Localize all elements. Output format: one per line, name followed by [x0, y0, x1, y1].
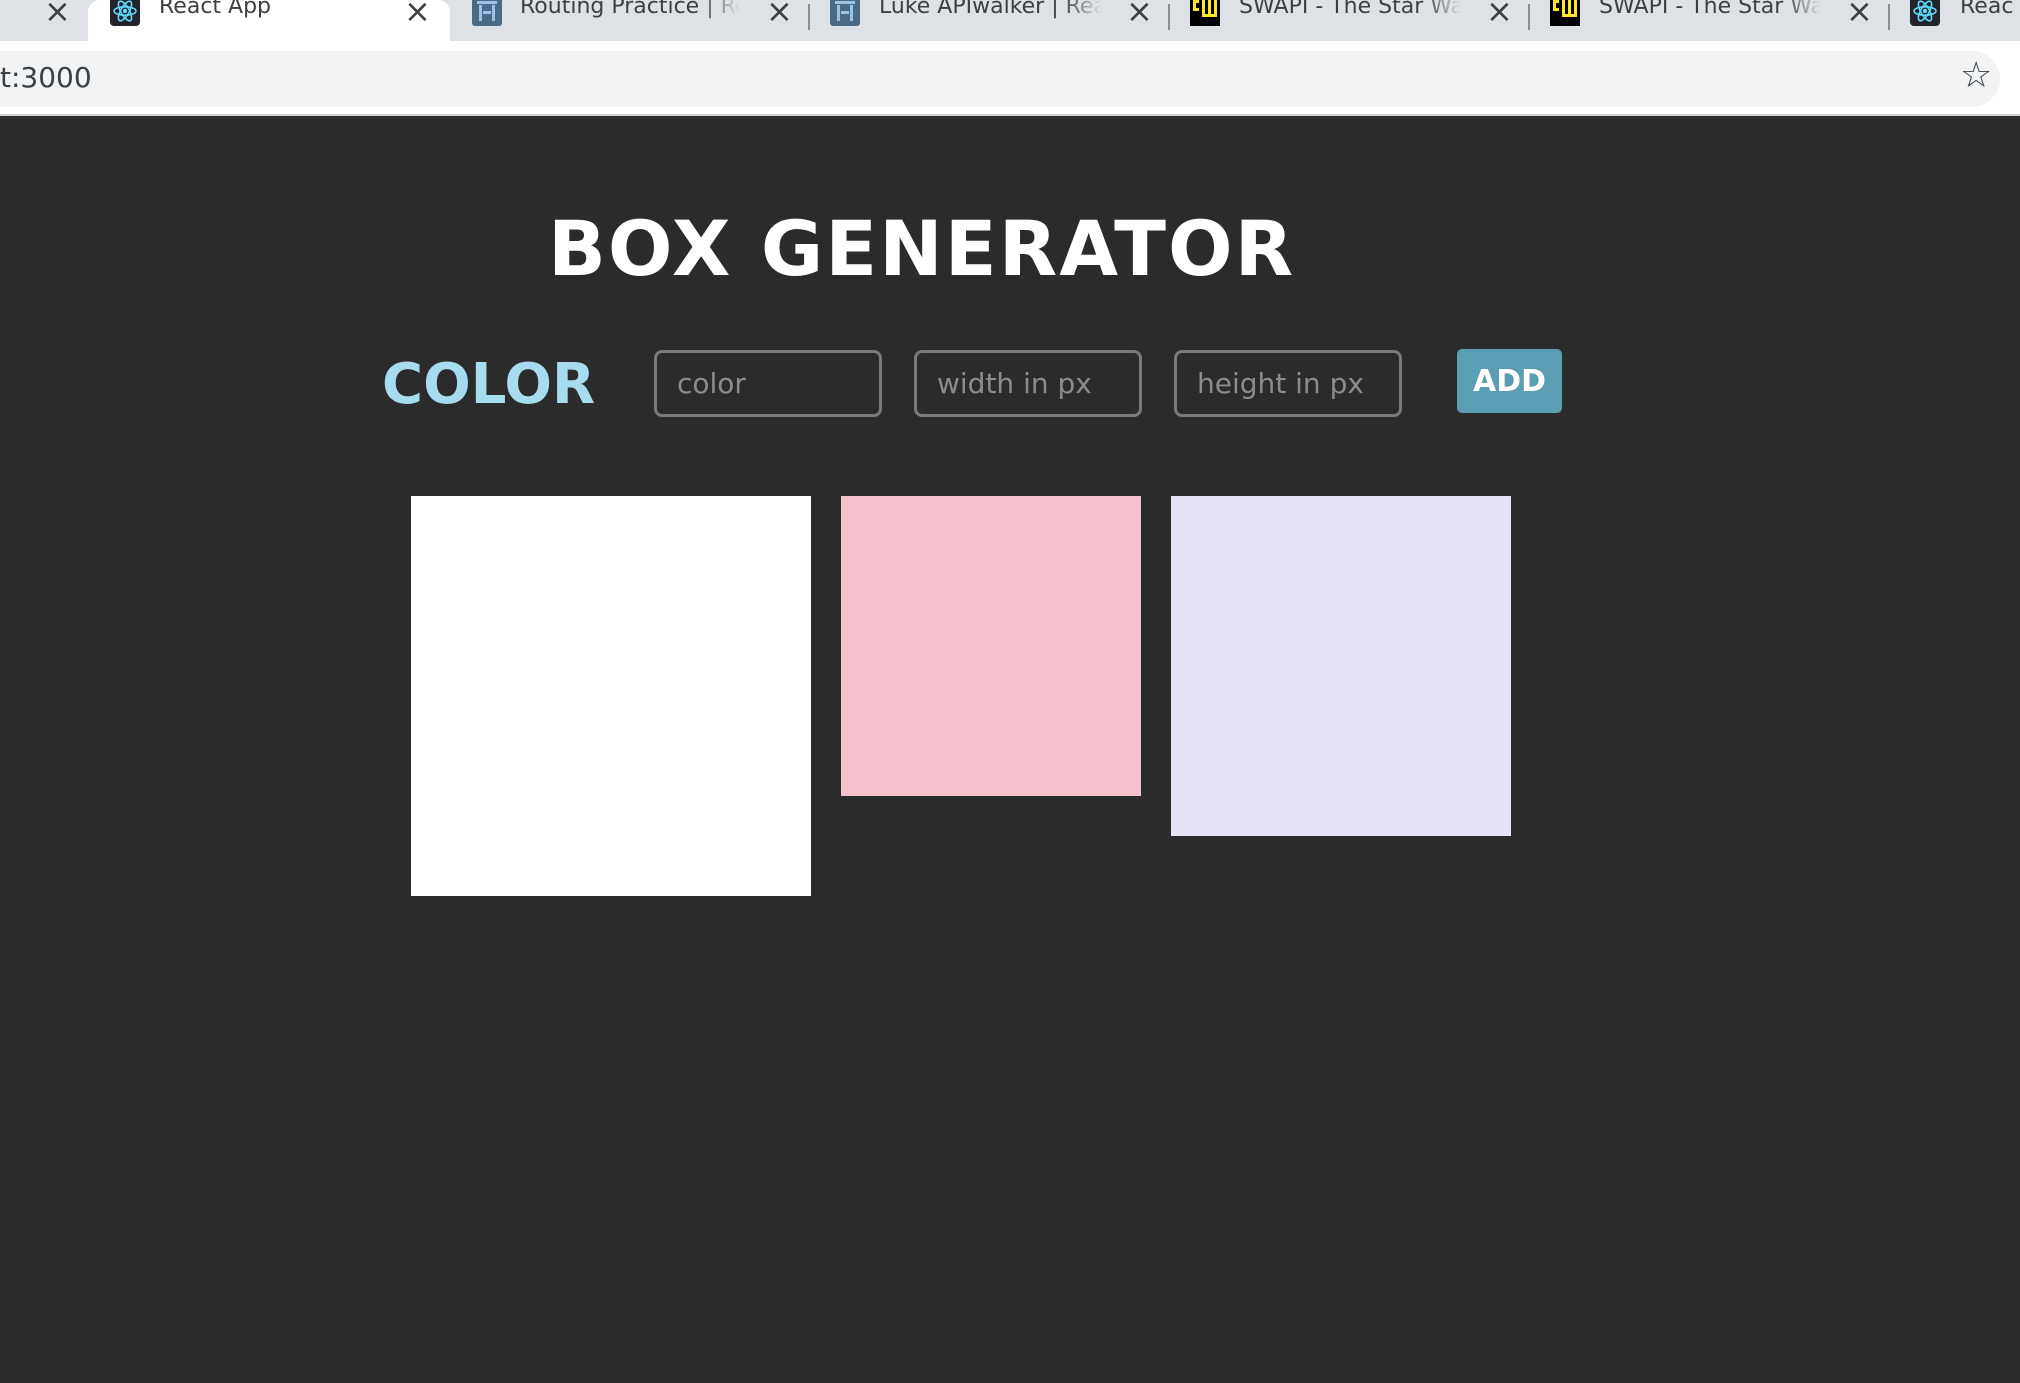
swapi-icon	[1550, 0, 1580, 26]
tab-title-fade	[1062, 0, 1102, 30]
tab-previous-partial[interactable]: ×	[0, 0, 86, 41]
close-tab-icon[interactable]: ×	[766, 0, 793, 31]
color-input[interactable]	[654, 350, 882, 417]
address-bar[interactable]: t:3000	[0, 51, 2000, 107]
bookmark-star-icon[interactable]: ☆	[1960, 56, 1992, 96]
tab-title-fade	[700, 0, 740, 30]
color-label: COLOR	[382, 352, 596, 417]
generated-box	[841, 496, 1141, 796]
url-text[interactable]: t:3000	[0, 61, 92, 94]
close-tab-icon[interactable]: ×	[44, 0, 71, 31]
tab-routing-practice[interactable]: Routing Practice | Re ×	[450, 0, 808, 41]
browser-toolbar: t:3000 ☆	[0, 41, 2020, 116]
tab-title-fade	[1782, 0, 1822, 30]
tab-strip: × React App × Routing Practice | Re × Lu…	[0, 0, 2020, 41]
react-icon	[1910, 0, 1940, 26]
tab-react-app[interactable]: React App ×	[88, 0, 450, 41]
close-tab-icon[interactable]: ×	[1846, 0, 1873, 31]
tab-react-app-2[interactable]: Reac	[1890, 0, 2020, 41]
tab-title: Reac	[1960, 0, 2014, 19]
tab-title: React App	[159, 0, 272, 19]
height-input[interactable]	[1174, 350, 1402, 417]
add-button[interactable]: ADD	[1457, 349, 1562, 413]
page-title: BOX GENERATOR	[548, 204, 1296, 293]
tab-title-fade	[1422, 0, 1462, 30]
tab-luke-apiwalker[interactable]: Luke APIwalker | Rea ×	[810, 0, 1168, 41]
close-tab-icon[interactable]: ×	[1486, 0, 1513, 31]
close-tab-icon[interactable]: ×	[404, 0, 431, 31]
generated-box	[411, 496, 811, 896]
react-icon	[110, 0, 140, 26]
close-tab-icon[interactable]: ×	[1126, 0, 1153, 31]
generated-box	[1171, 496, 1511, 836]
swapi-icon	[1190, 0, 1220, 26]
stack-icon	[830, 0, 860, 26]
page-content: BOX GENERATOR COLOR ADD	[0, 117, 2020, 1383]
tab-swapi-2[interactable]: SWAPI - The Star Wa ×	[1530, 0, 1888, 41]
width-input[interactable]	[914, 350, 1142, 417]
stack-icon	[472, 0, 502, 26]
tab-swapi-1[interactable]: SWAPI - The Star Wa ×	[1170, 0, 1528, 41]
